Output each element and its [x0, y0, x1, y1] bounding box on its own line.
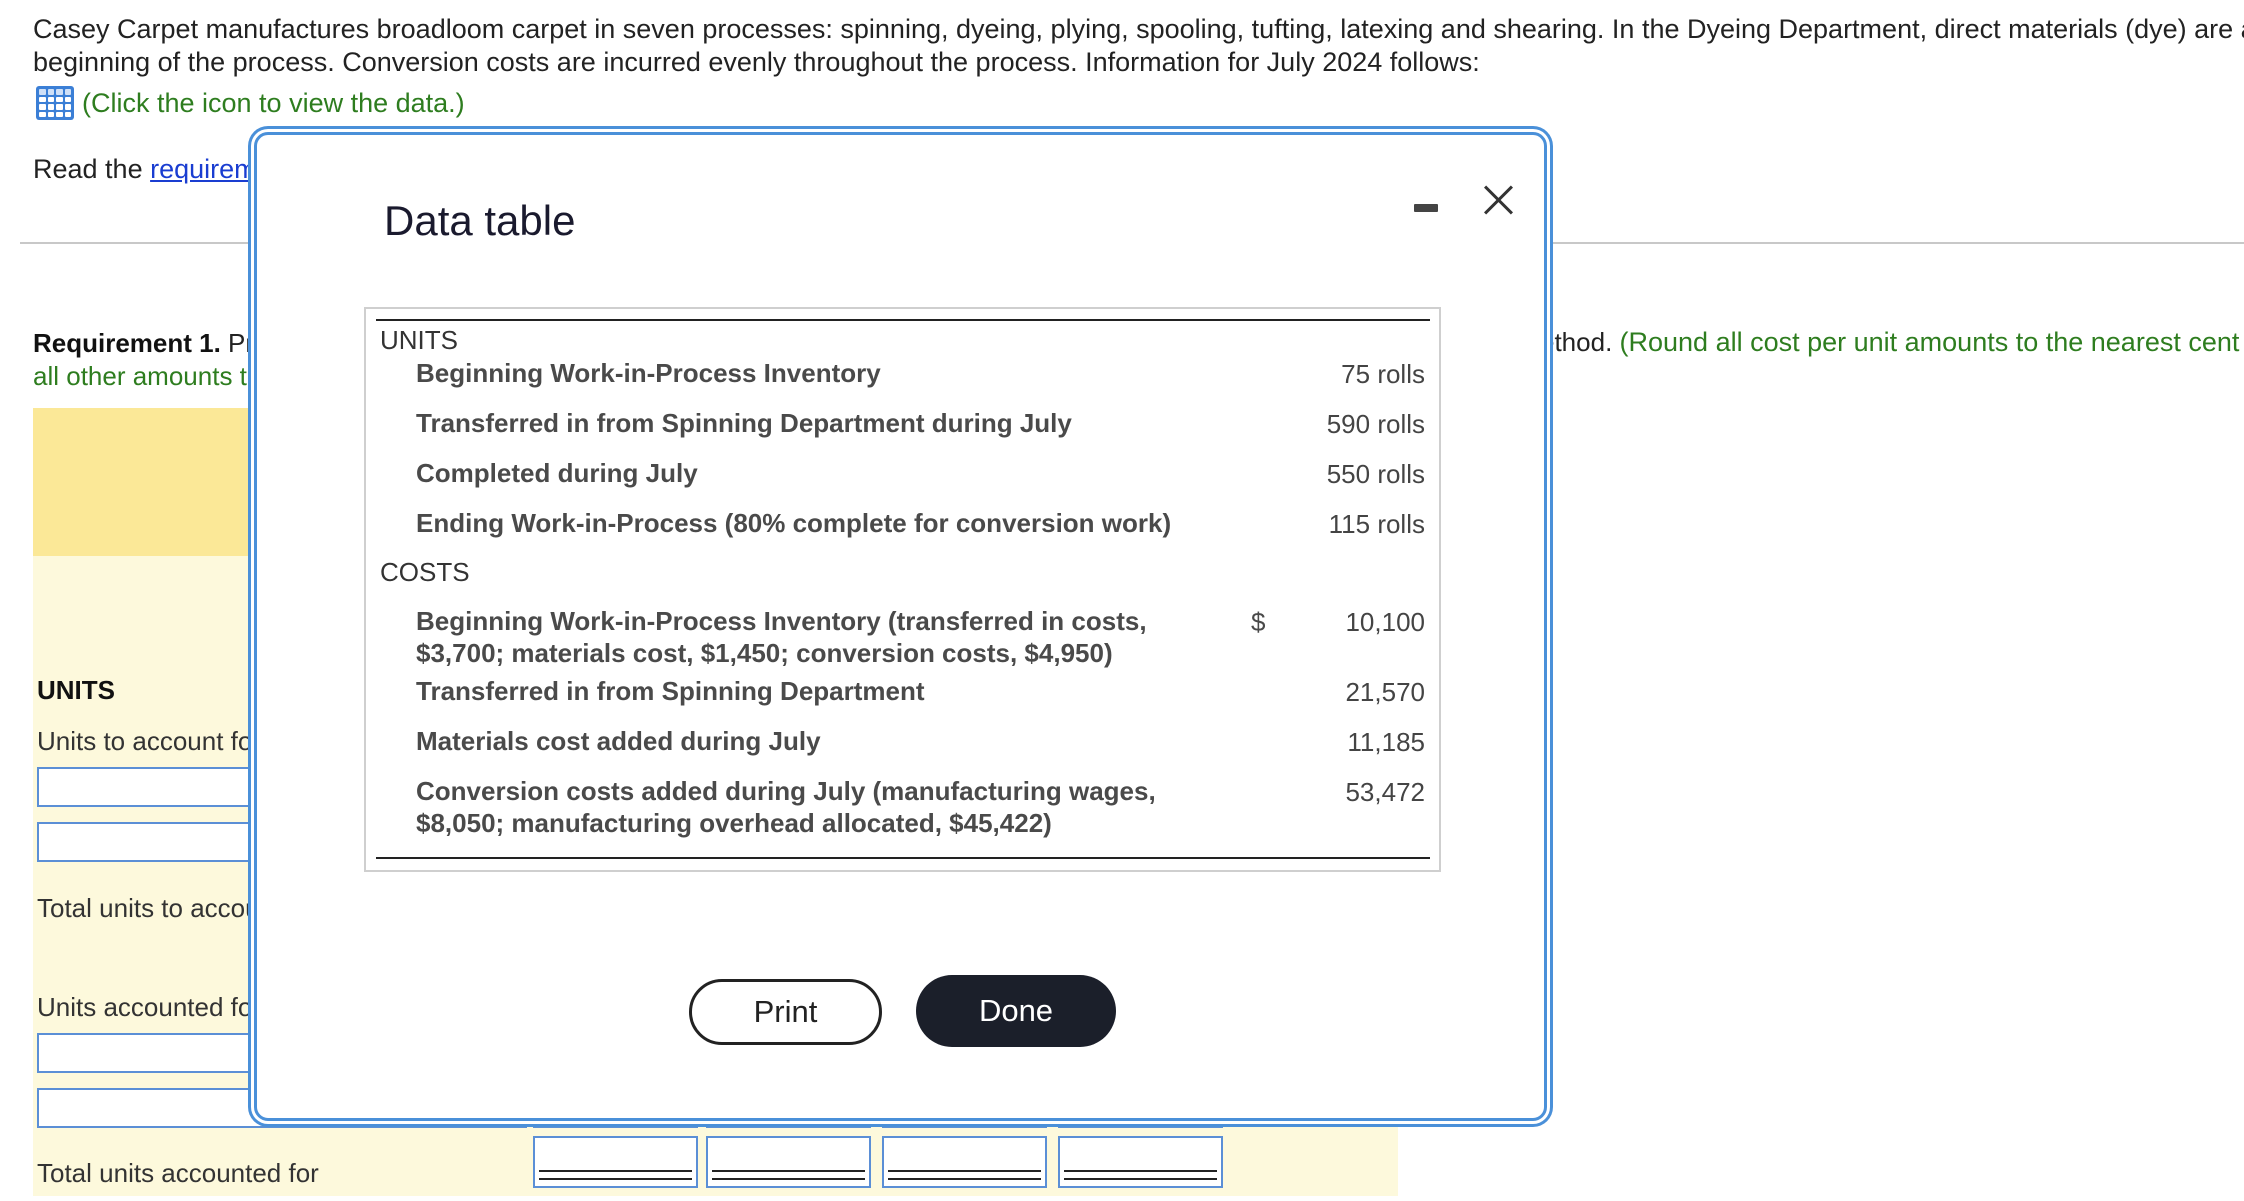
total-units-cell[interactable]	[1058, 1136, 1223, 1188]
units-row-label: Completed during July	[416, 458, 698, 488]
requirements-link[interactable]: requirem	[150, 154, 257, 184]
requirement-1-text: Pr	[220, 328, 255, 358]
costs-row-label: Beginning Work-in-Process Inventory (tra…	[416, 606, 1147, 668]
data-table-dialog: Data table UNITS Beginning Work-in-Proce…	[254, 132, 1547, 1121]
table-top-rule	[376, 319, 1430, 321]
requirement-1-hint: ethod. (Round all cost per unit amounts …	[1540, 327, 2244, 358]
total-units-cell[interactable]	[882, 1136, 1047, 1188]
close-icon[interactable]	[1475, 175, 1523, 223]
requirement-1-line-2: all other amounts to	[33, 361, 262, 391]
rounding-hint: (Round all cost per unit amounts to the …	[1619, 327, 2244, 357]
total-units-cell[interactable]	[706, 1136, 871, 1188]
units-row-label: Beginning Work-in-Process Inventory	[416, 358, 881, 388]
print-button[interactable]: Print	[689, 979, 882, 1045]
requirement-1-method: ethod.	[1540, 327, 1620, 357]
dialog-title: Data table	[384, 197, 576, 244]
requirement-1-label: Requirement 1.	[33, 328, 221, 358]
costs-section-header: COSTS	[380, 557, 470, 587]
minimize-icon[interactable]	[1412, 188, 1442, 218]
table-bottom-rule	[376, 857, 1430, 859]
units-to-account-for-label: Units to account fo	[37, 726, 253, 756]
units-row-value: 115 rolls	[1328, 509, 1425, 539]
done-button[interactable]: Done	[916, 975, 1116, 1047]
data-table: UNITS Beginning Work-in-Process Inventor…	[364, 307, 1441, 872]
table-grid-icon[interactable]	[36, 86, 74, 120]
costs-row-value: 10,100	[1345, 607, 1425, 637]
requirement-1-prompt: Requirement 1. Pr all other amounts to	[33, 327, 261, 393]
view-data-link[interactable]: (Click the icon to view the data.)	[36, 86, 465, 120]
dollar-sign: $	[1251, 607, 1266, 637]
total-units-to-account-label: Total units to accou	[37, 893, 260, 923]
units-section-header: UNITS	[380, 325, 458, 355]
costs-row-label: Conversion costs added during July (manu…	[416, 776, 1156, 838]
total-units-cell[interactable]	[533, 1136, 698, 1188]
units-row-value: 550 rolls	[1326, 459, 1425, 489]
worksheet-header	[33, 408, 263, 556]
read-requirements: Read the requirem	[33, 154, 257, 185]
costs-row-value: 11,185	[1347, 727, 1425, 757]
units-row-label: Transferred in from Spinning Department …	[416, 408, 1072, 438]
costs-row-value: 21,570	[1345, 677, 1425, 707]
units-row-value: 75 rolls	[1341, 359, 1425, 389]
units-row-value: 590 rolls	[1326, 409, 1425, 439]
intro-line-1: Casey Carpet manufactures broadloom carp…	[33, 14, 2244, 44]
view-data-text[interactable]: (Click the icon to view the data.)	[82, 88, 465, 119]
costs-row-label: Materials cost added during July	[416, 726, 821, 756]
units-accounted-for-label: Units accounted fo	[37, 992, 253, 1022]
costs-row-value: 53,472	[1345, 777, 1425, 807]
read-requirements-prefix: Read the	[33, 154, 151, 184]
costs-row-label: Transferred in from Spinning Department	[416, 676, 925, 706]
units-row-label: Ending Work-in-Process (80% complete for…	[416, 508, 1172, 538]
total-units-accounted-label: Total units accounted for	[37, 1158, 319, 1188]
intro-line-2: beginning of the process. Conversion cos…	[33, 47, 1480, 77]
worksheet-units-header: UNITS	[37, 675, 115, 705]
problem-intro: Casey Carpet manufactures broadloom carp…	[33, 13, 2244, 79]
